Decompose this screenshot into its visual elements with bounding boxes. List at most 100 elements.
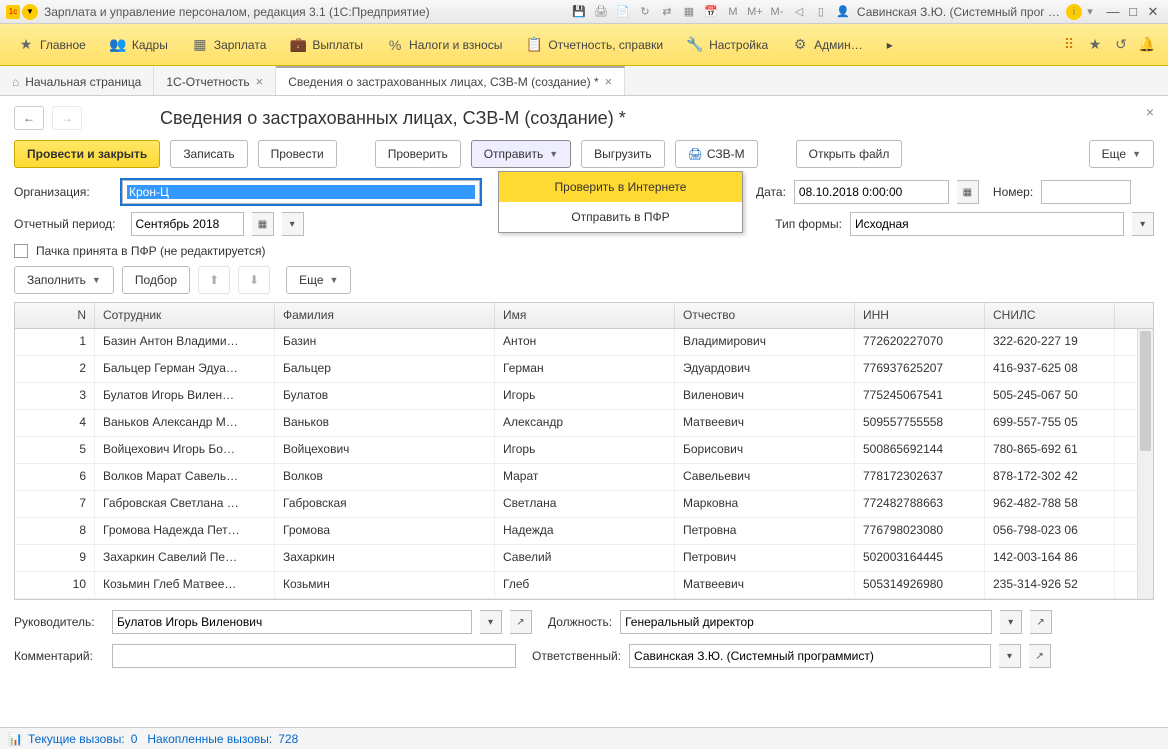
table-row[interactable]: 3Булатов Игорь Вилен…БулатовИгорьВиленов… xyxy=(15,383,1153,410)
menu-item-4[interactable]: %Налоги и взносы xyxy=(375,24,514,65)
col-inn[interactable]: ИНН xyxy=(855,303,985,328)
print-icon[interactable]: 🖨 xyxy=(593,4,609,20)
col-patronymic[interactable]: Отчество xyxy=(675,303,855,328)
table-row[interactable]: 8Громова Надежда Пет…ГромоваНадеждаПетро… xyxy=(15,518,1153,545)
date-picker-icon[interactable]: ▦ xyxy=(957,180,979,204)
comment-input[interactable] xyxy=(112,644,516,668)
resp-open-icon[interactable]: ↗ xyxy=(1029,644,1051,668)
menu-item-1[interactable]: 👥Кадры xyxy=(98,24,180,65)
table-row[interactable]: 5Войцехович Игорь Бо…ВойцеховичИгорьБори… xyxy=(15,437,1153,464)
table-row[interactable]: 10Козьмин Глеб Матвее…КозьминГлебМатвеев… xyxy=(15,572,1153,599)
date-input[interactable]: 08.10.2018 0:00:00 xyxy=(794,180,949,204)
cell-n: 7 xyxy=(15,491,95,517)
status-icon: 📊 xyxy=(8,732,22,746)
pos-input[interactable]: Генеральный директор xyxy=(620,610,992,634)
m-icon[interactable]: M xyxy=(725,4,741,20)
m-minus-icon[interactable]: M- xyxy=(769,4,785,20)
col-surname[interactable]: Фамилия xyxy=(275,303,495,328)
cell-n: 6 xyxy=(15,464,95,490)
pos-dropdown-icon[interactable]: ▾ xyxy=(1000,610,1022,634)
menu-item-7[interactable]: ⚙Админ… xyxy=(780,24,875,65)
tab-close-icon[interactable]: × xyxy=(256,74,264,89)
menu-item-5[interactable]: 📋Отчетность, справки xyxy=(514,24,675,65)
history-icon[interactable]: ↺ xyxy=(1112,36,1130,54)
menu-more-icon[interactable]: ▸ xyxy=(875,24,905,65)
formtype-input[interactable]: Исходная xyxy=(850,212,1124,236)
back-icon[interactable]: ◁ xyxy=(791,4,807,20)
szvm-button[interactable]: 🖨 СЗВ-М xyxy=(675,140,758,168)
info-dropdown-icon[interactable]: ▾ xyxy=(1082,4,1098,20)
m-plus-icon[interactable]: M+ xyxy=(747,4,763,20)
table-row[interactable]: 1Базин Антон Владими…БазинАнтонВладимиро… xyxy=(15,329,1153,356)
move-down-button[interactable]: ⬇ xyxy=(238,266,270,294)
info-icon[interactable]: i xyxy=(1066,4,1082,20)
nav-forward-button[interactable]: → xyxy=(52,106,82,130)
apps-icon[interactable]: ⠿ xyxy=(1060,36,1078,54)
pfr-checkbox[interactable] xyxy=(14,244,28,258)
calc-icon[interactable]: ▦ xyxy=(681,4,697,20)
table-row[interactable]: 4Ваньков Александр М…ВаньковАлександрМат… xyxy=(15,410,1153,437)
save-icon[interactable]: 💾 xyxy=(571,4,587,20)
head-input[interactable]: Булатов Игорь Виленович xyxy=(112,610,472,634)
close-window-icon[interactable]: ✕ xyxy=(1144,4,1162,20)
refresh-icon[interactable]: ↻ xyxy=(637,4,653,20)
table-row[interactable]: 6Волков Марат Савель…ВолковМаратСавельев… xyxy=(15,464,1153,491)
form-close-icon[interactable]: × xyxy=(1146,104,1154,120)
col-snils[interactable]: СНИЛС xyxy=(985,303,1115,328)
bell-icon[interactable]: 🔔 xyxy=(1138,36,1156,54)
col-name[interactable]: Имя xyxy=(495,303,675,328)
current-user[interactable]: Савинская З.Ю. (Системный прог … xyxy=(857,5,1060,19)
dropdown-check-internet[interactable]: Проверить в Интернете xyxy=(499,172,742,202)
app-dropdown-icon[interactable]: ▼ xyxy=(22,4,38,20)
head-open-icon[interactable]: ↗ xyxy=(510,610,532,634)
menu-item-2[interactable]: ▦Зарплата xyxy=(180,24,279,65)
menu-item-0[interactable]: ★Главное xyxy=(6,24,98,65)
period-calendar-icon[interactable]: ▦ xyxy=(252,212,274,236)
period-input[interactable]: Сентябрь 2018 xyxy=(131,212,245,236)
maximize-icon[interactable]: □ xyxy=(1124,4,1142,20)
menu-item-3[interactable]: 💼Выплаты xyxy=(278,24,375,65)
tab-szvm[interactable]: Сведения о застрахованных лицах, СЗВ-М (… xyxy=(276,66,625,95)
number-input[interactable] xyxy=(1041,180,1131,204)
pos-open-icon[interactable]: ↗ xyxy=(1030,610,1052,634)
nav-back-button[interactable]: ← xyxy=(14,106,44,130)
open-file-button[interactable]: Открыть файл xyxy=(796,140,903,168)
save-button[interactable]: Записать xyxy=(170,140,247,168)
table-row[interactable]: 9Захаркин Савелий Пе…ЗахаркинСавелийПетр… xyxy=(15,545,1153,572)
calendar-icon[interactable]: 📅 xyxy=(703,4,719,20)
move-up-button[interactable]: ⬆ xyxy=(198,266,230,294)
col-employee[interactable]: Сотрудник xyxy=(95,303,275,328)
check-button[interactable]: Проверить xyxy=(375,140,461,168)
select-button[interactable]: Подбор xyxy=(122,266,190,294)
post-close-button[interactable]: Провести и закрыть xyxy=(14,140,160,168)
table-body[interactable]: 1Базин Антон Владими…БазинАнтонВладимиро… xyxy=(15,329,1153,599)
star-icon[interactable]: ★ xyxy=(1086,36,1104,54)
resp-dropdown-icon[interactable]: ▾ xyxy=(999,644,1021,668)
doc-icon[interactable]: 📄 xyxy=(615,4,631,20)
fill-button[interactable]: Заполнить ▼ xyxy=(14,266,114,294)
table-more-button[interactable]: Еще ▼ xyxy=(286,266,351,294)
tab-close-icon[interactable]: × xyxy=(605,74,613,89)
resp-input[interactable]: Савинская З.Ю. (Системный программист) xyxy=(629,644,991,668)
post-button[interactable]: Провести xyxy=(258,140,337,168)
tab-1c-reporting[interactable]: 1С-Отчетность × xyxy=(154,66,276,95)
org-input[interactable]: Крон-Ц xyxy=(122,180,480,204)
head-dropdown-icon[interactable]: ▾ xyxy=(480,610,502,634)
scrollbar-thumb[interactable] xyxy=(1140,331,1151,451)
minimize-icon[interactable]: — xyxy=(1104,4,1122,20)
export-button[interactable]: Выгрузить xyxy=(581,140,665,168)
table-row[interactable]: 2Бальцер Герман Эдуа…БальцерГерманЭдуард… xyxy=(15,356,1153,383)
table-scrollbar[interactable] xyxy=(1137,329,1153,599)
formtype-dropdown-icon[interactable]: ▾ xyxy=(1132,212,1154,236)
book-icon[interactable]: ▯ xyxy=(813,4,829,20)
dropdown-send-pfr[interactable]: Отправить в ПФР xyxy=(499,202,742,232)
compare-icon[interactable]: ⇄ xyxy=(659,4,675,20)
table-row[interactable]: 7Габровская Светлана …ГабровскаяСветлана… xyxy=(15,491,1153,518)
period-dropdown-icon[interactable]: ▾ xyxy=(282,212,304,236)
tab-home[interactable]: ⌂ Начальная страница xyxy=(0,66,154,95)
col-n[interactable]: N xyxy=(15,303,95,328)
send-button[interactable]: Отправить ▼ xyxy=(471,140,571,168)
more-button[interactable]: Еще ▼ xyxy=(1089,140,1154,168)
menu-item-6[interactable]: 🔧Настройка xyxy=(675,24,780,65)
org-label: Организация: xyxy=(14,185,114,199)
